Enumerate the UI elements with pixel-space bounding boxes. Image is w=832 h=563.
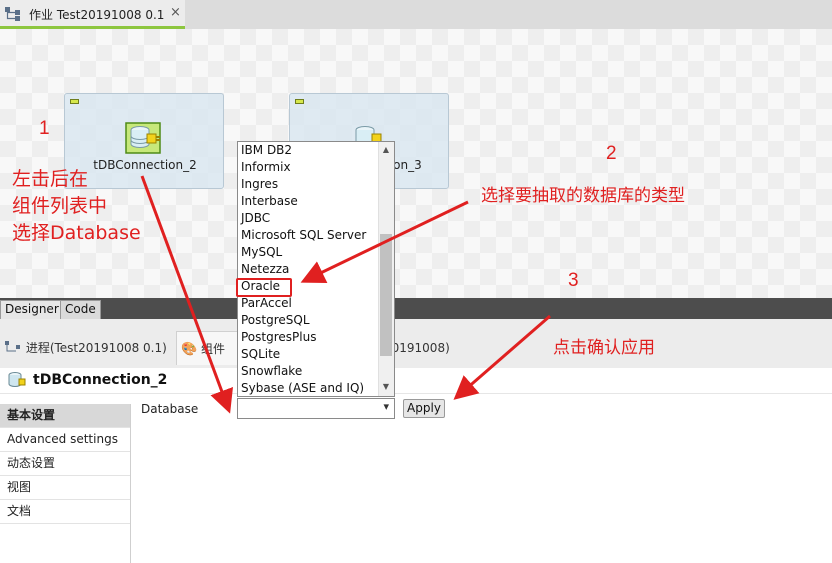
tab-designer[interactable]: Designer [0, 300, 64, 319]
dropdown-option[interactable]: Interbase [241, 193, 298, 210]
editor-tab-title: 作业 Test20191008 0.1 [29, 8, 165, 22]
status-flag [295, 99, 304, 104]
view-tab-bar: Designer Code [0, 298, 832, 319]
dropdown-option[interactable]: Snowflake [241, 363, 302, 380]
settings-side-menu: 基本设置 Advanced settings 动态设置 视图 文档 [0, 404, 131, 563]
close-icon[interactable]: × [170, 5, 181, 20]
side-item-advanced-settings[interactable]: Advanced settings [0, 428, 130, 452]
annotation-step3-number: 3 [568, 270, 579, 291]
job-icon [5, 341, 20, 352]
component-title: tDBConnection_2 [33, 372, 168, 388]
chevron-down-icon[interactable]: ▾ [383, 400, 389, 413]
tab-label: 进程(Test20191008 0.1) [25, 341, 167, 355]
annotation-line: 选择Database [12, 222, 141, 244]
tab-label: 组件 [201, 342, 226, 356]
annotation-line: 左击后在 [12, 168, 89, 190]
side-item-dynamic-settings[interactable]: 动态设置 [0, 452, 130, 476]
design-canvas[interactable]: tDBConnection_2 tDBConnection_3 [0, 29, 832, 298]
tab-process[interactable]: 进程(Test20191008 0.1) [4, 331, 167, 365]
editor-tab-job[interactable]: 作业 Test20191008 0.1 × [0, 0, 185, 29]
annotation-step2-text: 选择要抽取的数据库的类型 [481, 186, 685, 206]
dropdown-option[interactable]: Informix [241, 159, 291, 176]
dropdown-option[interactable]: Sybase (ASE and IQ) [241, 380, 364, 396]
database-label: Database [141, 402, 199, 416]
dropdown-scroll-thumb[interactable] [380, 234, 392, 356]
side-item-view[interactable]: 视图 [0, 476, 130, 500]
db-connection-icon [8, 372, 26, 387]
dropdown-option[interactable]: Microsoft SQL Server [241, 227, 366, 244]
dropdown-option[interactable]: SQLite [241, 346, 280, 363]
status-flag [70, 99, 79, 104]
properties-header: tDBConnection_2 [0, 368, 832, 394]
scroll-down-icon[interactable]: ▼ [381, 382, 391, 392]
side-item-docs[interactable]: 文档 [0, 500, 130, 524]
screen: 作业 Test20191008 0.1 × tDBConnection_2 De… [0, 0, 832, 563]
annotation-line: 组件列表中 [12, 195, 108, 217]
dropdown-option[interactable]: IBM DB2 [241, 142, 292, 159]
dropdown-option[interactable]: PostgresPlus [241, 329, 316, 346]
scroll-up-icon[interactable]: ▲ [381, 145, 391, 155]
tab-code[interactable]: Code [60, 300, 101, 319]
database-select[interactable]: ▾ [237, 398, 395, 419]
dropdown-option[interactable]: ParAccel [241, 295, 292, 312]
annotation-step1-number: 1 [39, 118, 50, 139]
annotation-step1-text: 左击后在 组件列表中 选择Database [12, 166, 141, 247]
side-item-basic-settings[interactable]: 基本设置 [0, 404, 130, 428]
oracle-highlight-box [236, 278, 292, 297]
dropdown-option[interactable]: JDBC [241, 210, 270, 227]
job-icon [5, 7, 20, 21]
properties-tab-bar: 进程(Test20191008 0.1) 🎨 组件 20191008) [0, 319, 832, 368]
annotation-step3-text: 点击确认应用 [553, 338, 655, 358]
palette-icon: 🎨 [181, 342, 198, 357]
annotation-step2-number: 2 [606, 143, 617, 164]
database-dropdown-list[interactable]: IBM DB2 Informix Ingres Interbase JDBC M… [237, 141, 395, 397]
dropdown-option[interactable]: Netezza [241, 261, 289, 278]
apply-button[interactable]: Apply [403, 399, 445, 418]
dropdown-option[interactable]: PostgreSQL [241, 312, 310, 329]
dropdown-option[interactable]: MySQL [241, 244, 282, 261]
editor-tab-bar: 作业 Test20191008 0.1 × [0, 0, 832, 29]
db-connection-icon [125, 122, 161, 154]
tab-component[interactable]: 🎨 组件 [176, 331, 246, 365]
dropdown-option[interactable]: Ingres [241, 176, 278, 193]
